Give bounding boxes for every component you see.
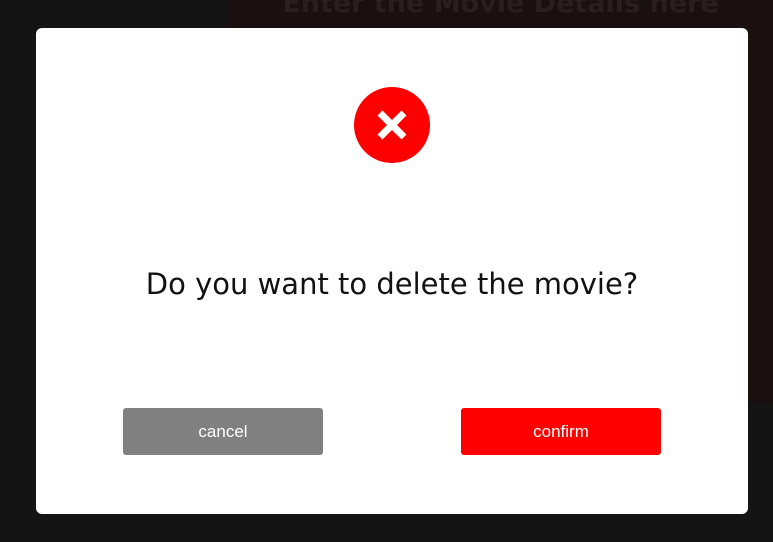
- cancel-button[interactable]: cancel: [123, 408, 323, 455]
- movie-form-heading: Enter the Movie Details here: [282, 0, 719, 19]
- dialog-message: Do you want to delete the movie?: [145, 267, 639, 301]
- delete-confirm-dialog: Do you want to delete the movie? cancel …: [36, 28, 748, 514]
- close-x-icon: [354, 87, 430, 163]
- confirm-button[interactable]: confirm: [461, 408, 661, 455]
